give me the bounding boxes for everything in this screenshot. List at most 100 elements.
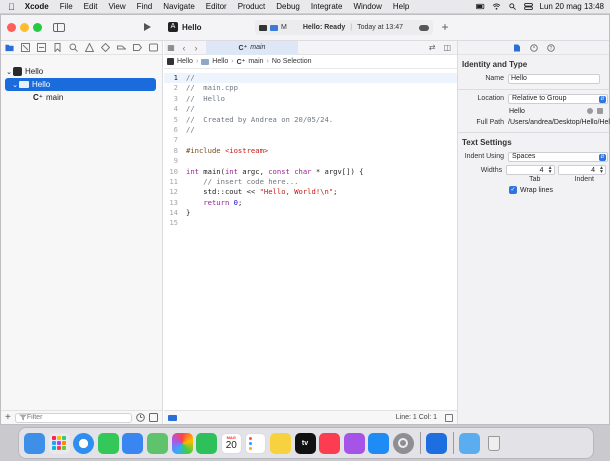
menu-editor[interactable]: Editor <box>206 2 227 11</box>
jumpbar-selection[interactable]: No Selection <box>272 58 312 65</box>
code-review-icon[interactable]: ⇄ <box>429 43 436 52</box>
appstore-icon[interactable] <box>368 432 390 454</box>
code-line[interactable]: 12 std::cout << "Hello, World!\n"; <box>164 187 457 197</box>
add-library-button[interactable]: + <box>439 20 451 34</box>
code-line[interactable]: 2 // main.cpp <box>164 83 457 93</box>
trash-icon[interactable] <box>484 433 505 454</box>
symbol-nav-icon[interactable] <box>37 43 46 52</box>
go-forward-icon[interactable]: › <box>190 43 202 53</box>
tree-row-project[interactable]: ⌄ Hello <box>1 65 162 78</box>
code-line[interactable]: 1 // <box>164 73 457 84</box>
safari-icon[interactable] <box>73 432 95 454</box>
messages-icon[interactable] <box>97 432 119 454</box>
code-line[interactable]: 10 int main(int argc, const char * argv[]… <box>164 167 457 177</box>
zoom-window-button[interactable] <box>33 23 42 32</box>
menu-xcode[interactable]: Xcode <box>25 2 49 11</box>
menu-debug[interactable]: Debug <box>276 2 300 11</box>
editor-tab-main[interactable]: C⁺ main <box>206 40 298 55</box>
toggle-navigator-icon[interactable] <box>53 23 65 32</box>
launchpad-icon[interactable] <box>48 432 70 454</box>
menu-window[interactable]: Window <box>353 2 381 11</box>
source-control-filter-icon[interactable] <box>149 413 158 422</box>
recent-files-icon[interactable] <box>136 413 145 422</box>
code-line[interactable]: 9 <box>164 156 457 166</box>
photos-icon[interactable] <box>171 432 193 454</box>
menu-view[interactable]: View <box>108 2 125 11</box>
code-line[interactable]: 5 // Created by Andrea on 20/05/24. <box>164 115 457 125</box>
code-line[interactable]: 6 // <box>164 125 457 135</box>
file-inspector-icon[interactable] <box>513 44 521 52</box>
filter-input[interactable] <box>26 414 107 421</box>
run-button[interactable] <box>141 21 153 33</box>
jumpbar-file[interactable]: main <box>248 58 263 65</box>
source-control-nav-icon[interactable] <box>21 43 30 52</box>
code-line[interactable]: 4 // <box>164 104 457 114</box>
spotlight-search-icon[interactable] <box>508 3 517 10</box>
go-back-icon[interactable]: ‹ <box>178 43 190 53</box>
bookmark-nav-icon[interactable] <box>53 43 62 52</box>
system-settings-icon[interactable] <box>392 432 414 454</box>
menu-integrate[interactable]: Integrate <box>311 2 343 11</box>
folder-nav-icon[interactable] <box>5 43 14 52</box>
indent-using-select[interactable]: Spaces ⇵ <box>508 151 608 162</box>
jumpbar-project[interactable]: Hello <box>177 58 193 65</box>
debug-area-toggle-icon[interactable] <box>445 413 453 422</box>
run-destination-label[interactable]: M <box>281 24 287 31</box>
wifi-icon[interactable] <box>492 3 501 10</box>
disclosure-chevron-icon[interactable]: ⌄ <box>11 81 19 89</box>
menu-find[interactable]: Find <box>137 2 153 11</box>
minimize-window-button[interactable] <box>20 23 29 32</box>
reveal-in-finder-icon[interactable] <box>587 108 593 114</box>
menu-bar-clock[interactable]: Lun 20 mag 13:48 <box>540 2 605 11</box>
tree-row-group[interactable]: ⌄ Hello <box>5 78 156 91</box>
code-line[interactable]: 11 // insert code here... <box>164 177 457 187</box>
debug-nav-icon[interactable] <box>117 43 126 52</box>
music-icon[interactable] <box>319 432 341 454</box>
notes-icon[interactable] <box>269 432 291 454</box>
disclosure-chevron-icon[interactable]: ⌄ <box>5 68 13 76</box>
code-line[interactable]: 13 return 0; <box>164 198 457 208</box>
test-nav-icon[interactable] <box>101 43 110 52</box>
battery-icon[interactable] <box>475 3 485 10</box>
history-inspector-icon[interactable] <box>529 43 538 52</box>
control-center-icon[interactable] <box>523 3 533 10</box>
breakpoints-toggle-icon[interactable] <box>168 414 177 421</box>
code-line[interactable]: 8 #include <iostream> <box>164 146 457 156</box>
code-line[interactable]: 3 // Hello <box>164 94 457 104</box>
code-area[interactable]: 1 // 2 // main.cpp 3 // Hello 4 // 5 // Creat… <box>164 69 457 229</box>
menu-navigate[interactable]: Navigate <box>163 2 195 11</box>
menu-file[interactable]: File <box>60 2 73 11</box>
help-inspector-icon[interactable]: ? <box>546 43 555 52</box>
downloads-folder-icon[interactable] <box>459 432 481 454</box>
code-line[interactable]: 14} <box>164 208 457 218</box>
code-line[interactable]: 7 <box>164 135 457 145</box>
choose-location-icon[interactable] <box>597 108 603 114</box>
stepper-arrows-icon[interactable]: ▲ ▼ <box>599 166 604 175</box>
podcasts-icon[interactable] <box>343 432 365 454</box>
activity-status[interactable]: M Hello: Ready | Today at 13:47 <box>255 20 433 35</box>
split-editor-icon[interactable]: ◫ <box>443 43 451 52</box>
appletv-icon[interactable]: tv <box>294 432 316 454</box>
jumpbar-group[interactable]: Hello <box>212 58 228 65</box>
indent-width-stepper[interactable]: 4 ▲ ▼ <box>557 165 606 175</box>
facetime-icon[interactable] <box>196 432 218 454</box>
calendar-icon[interactable]: MAG 20 <box>220 432 242 454</box>
filter-field[interactable] <box>14 412 132 423</box>
stepper-arrows-icon[interactable]: ▲ ▼ <box>548 166 553 175</box>
menu-help[interactable]: Help <box>393 2 409 11</box>
issue-nav-icon[interactable] <box>85 43 94 52</box>
location-select[interactable]: Relative to Group ⇵ <box>508 93 608 104</box>
maps-icon[interactable] <box>146 432 168 454</box>
mail-icon[interactable] <box>122 432 144 454</box>
apple-menu-icon[interactable]:  <box>8 2 15 12</box>
name-field[interactable]: Hello <box>508 73 600 84</box>
breakpoint-nav-icon[interactable] <box>133 43 142 52</box>
wrap-lines-label[interactable]: Wrap lines <box>520 187 553 194</box>
xcode-icon[interactable] <box>426 432 448 454</box>
add-file-button[interactable]: + <box>5 412 11 423</box>
code-line[interactable]: 15 <box>164 218 457 228</box>
finder-icon[interactable] <box>24 432 45 454</box>
reminders-icon[interactable] <box>245 432 267 454</box>
menu-edit[interactable]: Edit <box>84 2 98 11</box>
menu-product[interactable]: Product <box>238 2 266 11</box>
